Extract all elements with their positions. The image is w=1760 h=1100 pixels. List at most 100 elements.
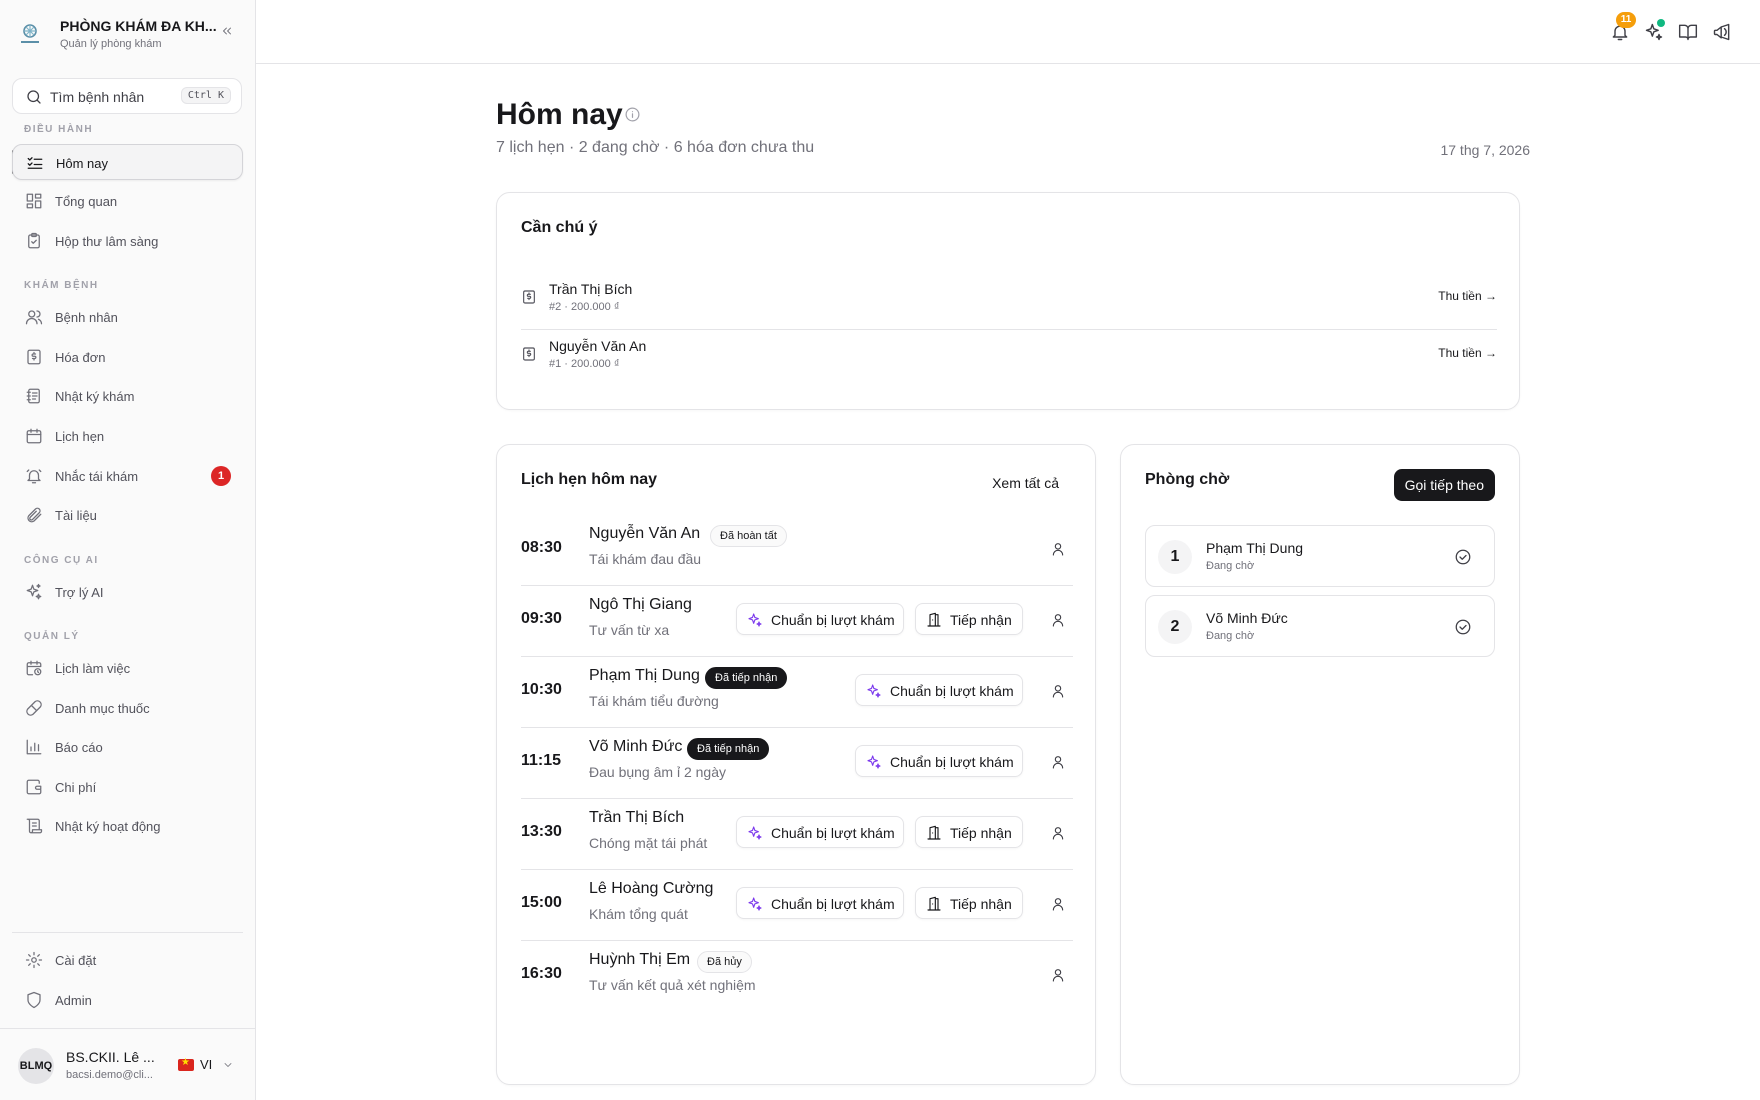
- receipt-icon: [523, 290, 535, 304]
- prepare-visit-button[interactable]: Chuẩn bị lượt khám: [736, 816, 904, 848]
- appointment-row[interactable]: 08:30 Nguyễn Văn An Tái khám đau đầu Đã …: [521, 515, 1073, 585]
- sidebar-item-schedule[interactable]: Lịch làm việc: [12, 650, 243, 686]
- appointment-row[interactable]: 15:00 Lê Hoàng Cường Khám tổng quát Chuẩ…: [521, 870, 1073, 940]
- waiting-status: Đang chờ: [1206, 560, 1255, 572]
- queue-number: 1: [1158, 540, 1192, 574]
- user-icon[interactable]: [1050, 612, 1066, 628]
- sidebar-item-label: Nhật ký khám: [55, 389, 135, 404]
- announcements-button[interactable]: [1710, 20, 1734, 44]
- topbar: 11: [256, 0, 1760, 64]
- sidebar-item-reports[interactable]: Báo cáo: [12, 729, 243, 765]
- appointment-row[interactable]: 13:30 Trần Thị Bích Chóng mặt tái phát C…: [521, 799, 1073, 869]
- check-in-button[interactable]: Tiếp nhận: [915, 887, 1023, 919]
- section-management: QUẢN LÝ: [24, 631, 80, 642]
- check-in-label: Tiếp nhận: [950, 825, 1012, 841]
- search-placeholder: Tìm bệnh nhân: [50, 89, 145, 105]
- sidebar-item-activity-log[interactable]: Nhật ký hoạt động: [12, 808, 243, 844]
- sidebar-item-drug-catalog[interactable]: Danh mục thuốc: [12, 690, 243, 726]
- patient-search-input[interactable]: Tìm bệnh nhân Ctrl K: [12, 78, 242, 114]
- sidebar-item-label: Báo cáo: [55, 740, 103, 755]
- check-in-button[interactable]: Tiếp nhận: [915, 816, 1023, 848]
- sidebar-item-recall[interactable]: Nhắc tái khám 1: [12, 458, 243, 494]
- bar-chart-icon: [26, 739, 42, 755]
- info-icon[interactable]: [624, 106, 641, 123]
- user-icon[interactable]: [1050, 896, 1066, 912]
- sidebar-item-today[interactable]: Hôm nay: [12, 144, 243, 180]
- sidebar-item-settings[interactable]: Cài đặt: [12, 942, 243, 978]
- sidebar-item-visit-log[interactable]: Nhật ký khám: [12, 378, 243, 414]
- chevron-down-icon: [224, 1063, 232, 1067]
- sidebar: PHÒNG KHÁM ĐA KH... Quản lý phòng khám T…: [0, 0, 256, 1100]
- sidebar-item-label: Nhật ký hoạt động: [55, 819, 161, 834]
- sidebar-item-label: Trợ lý AI: [55, 585, 104, 600]
- sparkles-icon: [748, 613, 762, 627]
- prepare-visit-button[interactable]: Chuẩn bị lượt khám: [855, 745, 1023, 777]
- appointments-card: Lịch hẹn hôm nay Xem tất cả 08:30 Nguyễn…: [496, 444, 1096, 1085]
- brand[interactable]: PHÒNG KHÁM ĐA KH... Quản lý phòng khám: [16, 14, 246, 54]
- prepare-visit-label: Chuẩn bị lượt khám: [890, 754, 1014, 770]
- sidebar-item-label: Cài đặt: [55, 953, 97, 968]
- collect-payment-link[interactable]: Thu tiền →: [1438, 346, 1497, 360]
- appointment-row[interactable]: 09:30 Ngô Thị Giang Tư vấn từ xa Chuẩn b…: [521, 586, 1073, 656]
- user-icon[interactable]: [1050, 754, 1066, 770]
- sidebar-item-overview[interactable]: Tổng quan: [12, 183, 243, 219]
- search-icon: [27, 90, 41, 104]
- attention-item[interactable]: Nguyễn Văn An #1 · 200.000 ₫ Thu tiền →: [521, 332, 1497, 388]
- section-ai-tools: CÔNG CỤ AI: [24, 555, 99, 566]
- sidebar-item-ai-assistant[interactable]: Trợ lý AI: [12, 574, 243, 610]
- appointment-reason: Tư vấn kết quả xét nghiệm: [589, 977, 756, 993]
- check-circle-icon[interactable]: [1454, 548, 1472, 566]
- prepare-visit-button[interactable]: Chuẩn bị lượt khám: [736, 603, 904, 635]
- user-name: BS.CKII. Lê ...: [66, 1049, 155, 1065]
- sidebar-item-patients[interactable]: Bệnh nhân: [12, 299, 243, 335]
- guide-button[interactable]: [1676, 20, 1700, 44]
- sidebar-item-documents[interactable]: Tài liệu: [12, 497, 243, 533]
- appointment-reason: Tái khám đau đầu: [589, 551, 702, 567]
- user-icon[interactable]: [1050, 541, 1066, 557]
- check-in-button[interactable]: Tiếp nhận: [915, 603, 1023, 635]
- sidebar-item-clinical-inbox[interactable]: Hộp thư lâm sàng: [12, 223, 243, 259]
- attention-item[interactable]: Trần Thị Bích #2 · 200.000 ₫ Thu tiền →: [521, 275, 1497, 331]
- sidebar-item-invoices[interactable]: Hóa đơn: [12, 339, 243, 375]
- clipboard-check-icon: [28, 232, 40, 249]
- brand-subtitle: Quản lý phòng khám: [60, 38, 162, 50]
- attention-patient-name: Trần Thị Bích: [549, 281, 633, 297]
- check-circle-icon[interactable]: [1454, 618, 1472, 636]
- bell-ring-icon: [26, 469, 42, 484]
- ai-assistant-button[interactable]: [1642, 19, 1666, 44]
- notifications-button[interactable]: 11: [1608, 12, 1636, 44]
- sparkles-icon: [867, 755, 881, 769]
- prepare-visit-button[interactable]: Chuẩn bị lượt khám: [855, 674, 1023, 706]
- sidebar-item-label: Lịch làm việc: [55, 661, 131, 676]
- language-selector[interactable]: VI: [178, 1055, 238, 1077]
- shield-icon: [27, 991, 41, 1009]
- user-icon[interactable]: [1050, 967, 1066, 983]
- appointment-row[interactable]: 11:15 Võ Minh Đức Đau bụng âm ỉ 2 ngày Đ…: [521, 728, 1073, 798]
- call-next-button[interactable]: Gọi tiếp theo: [1393, 469, 1495, 501]
- appointment-row[interactable]: 10:30 Phạm Thị Dung Tái khám tiểu đường …: [521, 657, 1073, 727]
- sidebar-item-admin[interactable]: Admin: [12, 982, 243, 1018]
- vietnam-flag-icon: [178, 1057, 194, 1071]
- waiting-patient-name: Võ Minh Đức: [1206, 610, 1288, 626]
- collect-payment-link[interactable]: Thu tiền →: [1438, 289, 1497, 303]
- sidebar-item-label: Hôm nay: [56, 156, 109, 171]
- main-content: Hôm nay 7 lịch hẹn · 2 đang chờ · 6 hóa …: [256, 64, 1760, 1100]
- status-badge: Đã hủy: [697, 951, 752, 973]
- section-operations: ĐIỀU HÀNH: [24, 124, 94, 135]
- appointment-patient-name: Võ Minh Đức: [589, 738, 683, 755]
- see-all-link[interactable]: Xem tất cả: [992, 475, 1059, 491]
- prepare-visit-button[interactable]: Chuẩn bị lượt khám: [736, 887, 904, 919]
- user-icon[interactable]: [1050, 825, 1066, 841]
- megaphone-icon: [1713, 23, 1730, 41]
- user-icon[interactable]: [1050, 683, 1066, 699]
- user-profile[interactable]: BLMQ BS.CKII. Lê ... bacsi.demo@cli... V…: [0, 1028, 256, 1100]
- collapse-sidebar-icon[interactable]: [220, 24, 234, 38]
- sidebar-item-label: Lịch hẹn: [55, 429, 105, 444]
- waiting-room-card: Phòng chờ Gọi tiếp theo 1 Phạm Thị Dung …: [1120, 444, 1520, 1085]
- check-in-label: Tiếp nhận: [950, 612, 1012, 628]
- sidebar-item-expenses[interactable]: Chi phí: [12, 769, 243, 805]
- waiting-patient[interactable]: 2 Võ Minh Đức Đang chờ: [1145, 595, 1495, 657]
- sidebar-item-appointments[interactable]: Lịch hẹn: [12, 418, 243, 454]
- waiting-patient[interactable]: 1 Phạm Thị Dung Đang chờ: [1145, 525, 1495, 587]
- appointment-row[interactable]: 16:30 Huỳnh Thị Em Tư vấn kết quả xét ng…: [521, 941, 1073, 1011]
